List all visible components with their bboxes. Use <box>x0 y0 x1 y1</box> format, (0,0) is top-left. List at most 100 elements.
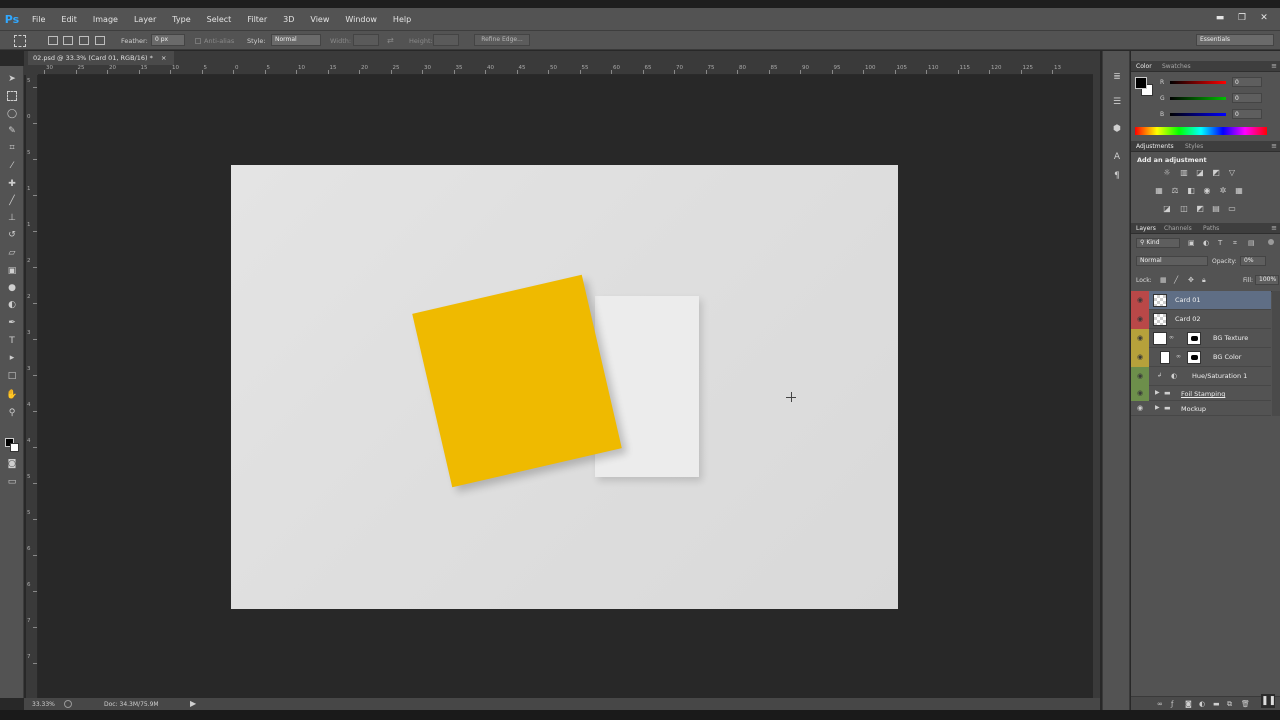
layer-group-mockup[interactable]: ◉ ▶ ▬ Mockup <box>1131 401 1271 416</box>
refine-edge-button[interactable]: Refine Edge... <box>474 34 530 46</box>
document-canvas[interactable] <box>231 165 898 609</box>
menu-view[interactable]: View <box>302 15 337 24</box>
marquee-preset-icon[interactable] <box>14 35 26 47</box>
color-spectrum-ramp[interactable] <box>1135 127 1267 135</box>
intersect-selection-icon[interactable] <box>95 36 105 45</box>
history-panel-icon[interactable]: ≣ <box>1111 71 1123 83</box>
hue-saturation-icon[interactable]: ▦ <box>1153 185 1165 196</box>
brightness-icon[interactable]: ☼ <box>1161 167 1173 178</box>
lock-all-icon[interactable]: 🔒︎ <box>1202 276 1206 285</box>
width-input[interactable] <box>353 34 379 46</box>
pen-tool-icon[interactable]: ✒ <box>6 317 18 329</box>
antialias-checkbox[interactable] <box>195 38 201 44</box>
clone-stamp-tool-icon[interactable]: ⊥ <box>6 212 18 224</box>
lock-transparency-icon[interactable]: ▦ <box>1160 276 1167 284</box>
visibility-eye-icon[interactable]: ◉ <box>1136 315 1144 323</box>
screen-mode-icon[interactable]: ▭ <box>6 476 18 488</box>
mask-link-icon[interactable]: ∞ <box>1169 334 1174 341</box>
pause-icon[interactable]: ❚❚ <box>1261 694 1276 708</box>
layer-group-foil-stamping[interactable]: ◉ ▶ ▬ Foil Stamping <box>1131 386 1271 401</box>
layer-name[interactable]: BG Texture <box>1213 334 1248 342</box>
tab-styles[interactable]: Styles <box>1185 143 1203 150</box>
channel-mixer-icon[interactable]: ✲ <box>1217 185 1229 196</box>
blue-value[interactable]: 0 <box>1232 109 1262 119</box>
mask-link-icon[interactable]: ∞ <box>1176 353 1181 360</box>
layer-row-card-01[interactable]: ◉ Card 01 <box>1131 291 1271 310</box>
tab-channels[interactable]: Channels <box>1164 225 1192 232</box>
layer-name[interactable]: Hue/Saturation 1 <box>1192 372 1247 380</box>
visibility-eye-icon[interactable]: ◉ <box>1136 389 1144 397</box>
dodge-tool-icon[interactable]: ◐ <box>6 299 18 311</box>
menu-layer[interactable]: Layer <box>126 15 164 24</box>
fill-input[interactable]: 100% <box>1255 275 1279 285</box>
quick-select-tool-icon[interactable]: ✎ <box>6 125 18 137</box>
height-input[interactable] <box>433 34 459 46</box>
background-color-swatch[interactable] <box>10 443 19 452</box>
menu-filter[interactable]: Filter <box>239 15 275 24</box>
style-select[interactable]: Normal <box>271 34 321 46</box>
expand-arrow-icon[interactable]: ▶ <box>1155 389 1160 396</box>
minimize-button[interactable]: ▬ <box>1212 11 1228 25</box>
marquee-tool-icon[interactable] <box>7 91 17 101</box>
menu-3d[interactable]: 3D <box>275 15 302 24</box>
filter-shape-icon[interactable]: ⌗ <box>1233 239 1237 248</box>
new-selection-icon[interactable] <box>48 36 58 45</box>
panel-menu-icon[interactable]: ≡ <box>1271 224 1277 232</box>
eyedropper-tool-icon[interactable]: ⁄ <box>6 160 18 172</box>
link-layers-icon[interactable]: ∞ <box>1157 700 1163 708</box>
rectangle-tool-icon[interactable]: □ <box>6 370 18 382</box>
tab-layers[interactable]: Layers <box>1136 225 1156 232</box>
menu-file[interactable]: File <box>24 15 53 24</box>
hand-tool-icon[interactable]: ✋ <box>6 389 18 401</box>
path-select-tool-icon[interactable]: ▸ <box>6 352 18 364</box>
levels-icon[interactable]: ▥ <box>1178 167 1190 178</box>
tab-swatches[interactable]: Swatches <box>1162 63 1191 70</box>
panel-menu-icon[interactable]: ≡ <box>1271 62 1277 70</box>
menu-edit[interactable]: Edit <box>53 15 85 24</box>
layer-name[interactable]: Foil Stamping <box>1181 390 1225 398</box>
layer-name[interactable]: Card 01 <box>1175 296 1201 304</box>
blend-mode-select[interactable]: Normal <box>1136 256 1208 266</box>
lock-image-icon[interactable]: ╱ <box>1174 276 1178 284</box>
expand-arrow-icon[interactable]: ▶ <box>1155 404 1160 411</box>
properties-panel-icon[interactable]: ☰ <box>1111 96 1123 108</box>
eraser-tool-icon[interactable]: ▱ <box>6 247 18 259</box>
filter-smart-object-icon[interactable]: ▤ <box>1248 239 1255 247</box>
layer-filter-kind[interactable]: ⚲ Kind <box>1136 238 1180 248</box>
layer-name[interactable]: Mockup <box>1181 405 1206 413</box>
posterize-icon[interactable]: ◫ <box>1178 203 1190 214</box>
opacity-input[interactable]: 0% <box>1240 256 1266 266</box>
invert-icon[interactable]: ◪ <box>1161 203 1173 214</box>
workspace-select[interactable]: Essentials <box>1196 34 1274 46</box>
blue-slider[interactable] <box>1170 113 1226 116</box>
feather-input[interactable]: 0 px <box>151 34 185 46</box>
restore-button[interactable]: ❐ <box>1234 11 1250 25</box>
blur-tool-icon[interactable]: ● <box>6 282 18 294</box>
panel-menu-icon[interactable]: ≡ <box>1271 142 1277 150</box>
selective-color-icon[interactable]: ▤ <box>1210 203 1222 214</box>
document-tab[interactable]: 02.psd @ 33.3% (Card 01, RGB/16) * × <box>28 51 174 65</box>
layer-style-icon[interactable]: ƒ <box>1171 700 1173 708</box>
gradient-map-icon[interactable]: ▭ <box>1226 203 1238 214</box>
green-value[interactable]: 0 <box>1232 93 1262 103</box>
layers-scrollbar[interactable] <box>1272 291 1280 416</box>
menu-help[interactable]: Help <box>385 15 419 24</box>
crop-tool-icon[interactable]: ⌗ <box>6 142 18 154</box>
brush-tool-icon[interactable]: ╱ <box>6 195 18 207</box>
photo-filter-icon[interactable]: ◉ <box>1201 185 1213 196</box>
layer-row-hue-saturation[interactable]: ◉ ↲ ◐ Hue/Saturation 1 <box>1131 367 1271 386</box>
add-selection-icon[interactable] <box>63 36 73 45</box>
filter-pixel-icon[interactable]: ▣ <box>1188 239 1195 247</box>
quick-mask-icon[interactable]: ◙ <box>6 458 18 470</box>
delete-layer-icon[interactable]: 🗑︎ <box>1241 700 1250 708</box>
red-slider[interactable] <box>1170 81 1226 84</box>
layer-name[interactable]: BG Color <box>1213 353 1241 361</box>
history-brush-tool-icon[interactable]: ↺ <box>6 229 18 241</box>
visibility-eye-icon[interactable]: ◉ <box>1136 404 1144 412</box>
visibility-eye-icon[interactable]: ◉ <box>1136 372 1144 380</box>
red-value[interactable]: 0 <box>1232 77 1262 87</box>
filter-adjustment-icon[interactable]: ◐ <box>1203 239 1209 247</box>
vibrance-icon[interactable]: ▽ <box>1226 167 1238 178</box>
layer-row-card-02[interactable]: ◉ Card 02 <box>1131 310 1271 329</box>
tab-paths[interactable]: Paths <box>1203 225 1219 232</box>
